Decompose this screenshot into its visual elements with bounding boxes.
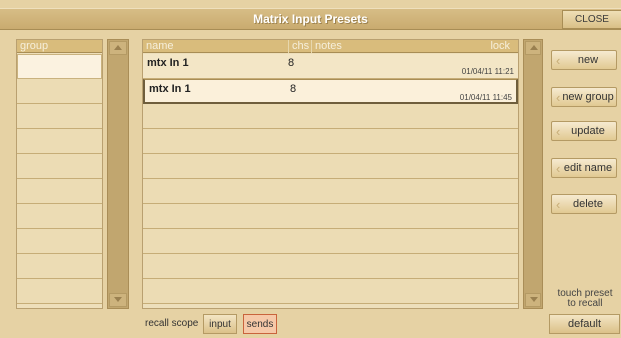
lock-column-header: lock [490, 40, 510, 52]
preset-row[interactable] [143, 204, 518, 229]
preset-channels: 8 [288, 57, 295, 69]
preset-timestamp: 01/04/11 11:21 [461, 67, 514, 76]
new-button[interactable]: ‹ new [551, 50, 617, 70]
default-button[interactable]: default [549, 314, 620, 334]
recall-scope-sends-button[interactable]: sends [243, 314, 277, 334]
edit-name-button[interactable]: ‹ edit name [551, 158, 617, 178]
group-row[interactable] [17, 179, 102, 204]
group-row[interactable] [17, 154, 102, 179]
group-row[interactable] [17, 254, 102, 279]
delete-button[interactable]: ‹ delete [551, 194, 617, 214]
preset-name: mtx In 1 [147, 57, 189, 69]
group-column-header: group [17, 40, 102, 53]
chevron-left-icon: ‹ [556, 90, 561, 105]
group-row[interactable] [17, 229, 102, 254]
group-row[interactable] [17, 54, 102, 79]
chevron-left-icon: ‹ [556, 197, 561, 212]
preset-list: name chs notes lock mtx In 1 8 01/04/11 … [142, 39, 519, 309]
window-title: Matrix Input Presets [253, 12, 368, 26]
preset-row[interactable] [143, 129, 518, 154]
chevron-left-icon: ‹ [556, 53, 561, 68]
scroll-down-icon[interactable] [109, 293, 127, 307]
update-button[interactable]: ‹ update [551, 121, 617, 141]
preset-row[interactable] [143, 179, 518, 204]
group-row[interactable] [17, 129, 102, 154]
new-group-button[interactable]: ‹ new group [551, 87, 617, 107]
scroll-down-icon[interactable] [525, 293, 541, 307]
preset-row[interactable] [143, 104, 518, 129]
group-scrollbar[interactable] [107, 39, 129, 309]
preset-row[interactable]: mtx In 1 8 01/04/11 11:21 [143, 54, 518, 79]
touch-preset-hint: touch preset to recall [557, 288, 613, 309]
chevron-left-icon: ‹ [556, 124, 561, 139]
preset-row[interactable] [143, 229, 518, 254]
group-row[interactable] [17, 279, 102, 304]
close-button[interactable]: CLOSE [562, 10, 621, 29]
preset-row[interactable] [143, 154, 518, 179]
chevron-left-icon: ‹ [556, 161, 561, 176]
group-row[interactable] [17, 104, 102, 129]
title-bar: Matrix Input Presets CLOSE [0, 8, 621, 30]
group-row[interactable] [17, 79, 102, 104]
group-rows [17, 54, 102, 308]
notes-column-header: notes [311, 40, 342, 53]
scroll-up-icon[interactable] [109, 41, 127, 55]
preset-row[interactable]: mtx In 1 8 01/04/11 11:45 [143, 79, 518, 104]
preset-channels: 8 [290, 83, 297, 95]
recall-scope-input-button[interactable]: input [203, 314, 237, 334]
preset-row[interactable] [143, 254, 518, 279]
recall-scope-label: recall scope [145, 318, 199, 329]
group-row[interactable] [17, 204, 102, 229]
preset-row[interactable] [143, 279, 518, 304]
preset-rows: mtx In 1 8 01/04/11 11:21 mtx In 1 8 01/… [143, 54, 518, 308]
scroll-up-icon[interactable] [525, 41, 541, 55]
group-list: group [16, 39, 103, 309]
preset-name: mtx In 1 [149, 83, 191, 95]
preset-scrollbar[interactable] [523, 39, 543, 309]
preset-timestamp: 01/04/11 11:45 [459, 93, 512, 102]
preset-list-header: name chs notes lock [143, 40, 518, 53]
name-column-header: name [146, 40, 174, 52]
